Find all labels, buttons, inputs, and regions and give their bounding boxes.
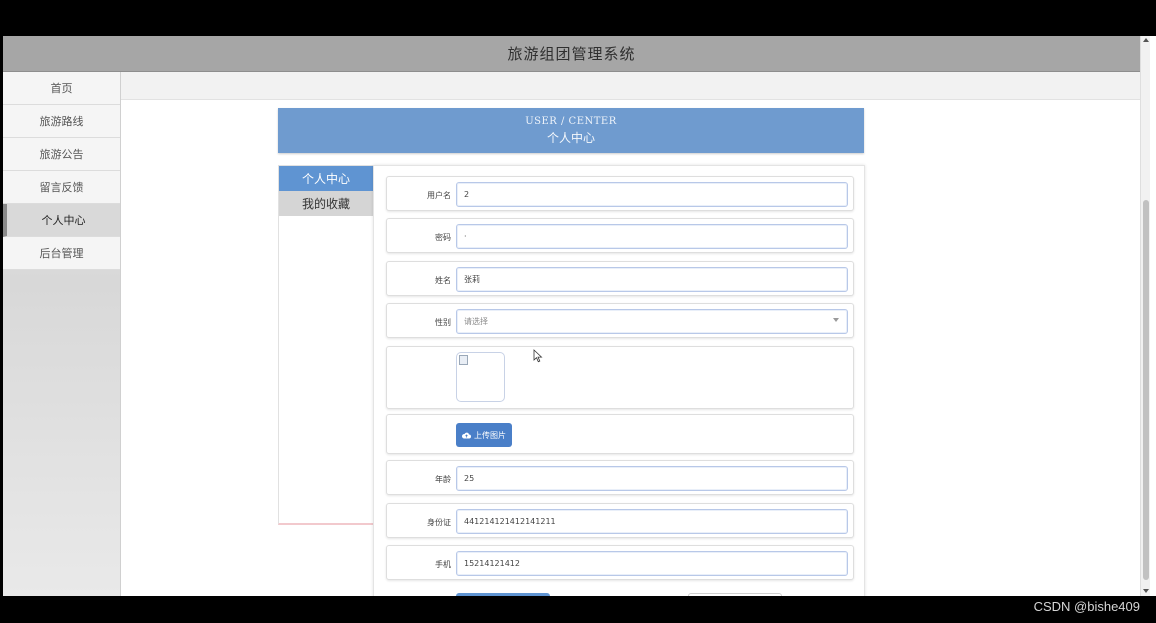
sidebar-item-label: 个人中心	[41, 214, 86, 227]
banner-title-en: USER / CENTER	[525, 115, 617, 127]
page-banner: USER / CENTER 个人中心	[278, 108, 864, 153]
form-row-username: 用户名 2	[386, 176, 854, 211]
content-topbar	[121, 72, 1140, 100]
bottom-letterbox	[0, 596, 1156, 623]
sidebar-item-announcements[interactable]: 旅游公告	[3, 138, 120, 171]
left-letterbox	[0, 36, 3, 596]
sidebar-nav: 首页 旅游路线 旅游公告 留言反馈 个人中心 后台管理	[3, 72, 121, 596]
id-card-input[interactable]: 441214121412141211	[456, 509, 848, 534]
scroll-thumb[interactable]	[1143, 200, 1149, 580]
name-input[interactable]: 张莉	[456, 267, 848, 292]
avatar-preview[interactable]	[456, 352, 505, 402]
form-row-password: 密码 ·	[386, 218, 854, 253]
password-label: 密码	[435, 233, 451, 242]
age-label: 年龄	[435, 475, 451, 484]
name-label: 姓名	[435, 276, 451, 285]
sidebar-item-label: 留言反馈	[39, 181, 84, 194]
sidebar-item-label: 首页	[50, 82, 73, 95]
form-row-id-card: 身份证 441214121412141211	[386, 503, 854, 538]
name-value: 张莉	[464, 275, 480, 284]
form-row-upload: 上传图片	[386, 414, 854, 454]
password-input[interactable]: ·	[456, 224, 848, 249]
upload-button-label: 上传图片	[474, 430, 506, 440]
form-row-age: 年龄 25	[386, 460, 854, 495]
form-row-name: 姓名 张莉	[386, 261, 854, 296]
form-row-avatar	[386, 346, 854, 409]
username-value: 2	[464, 190, 470, 199]
username-label: 用户名	[427, 191, 451, 200]
app-title: 旅游组团管理系统	[507, 45, 636, 63]
gender-placeholder: 请选择	[464, 317, 488, 326]
phone-label: 手机	[435, 560, 451, 569]
scroll-down-icon[interactable]	[1143, 589, 1149, 593]
phone-input[interactable]: 15214121412	[456, 551, 848, 576]
cloud-upload-icon	[462, 432, 471, 438]
sidebar-item-label: 后台管理	[39, 247, 84, 260]
id-card-value: 441214121412141211	[464, 517, 556, 526]
sidebar-item-home[interactable]: 首页	[3, 72, 120, 105]
main-content: USER / CENTER 个人中心 个人中心 我的收藏 用户名 2 密码 · …	[121, 72, 1140, 605]
age-value: 25	[464, 474, 475, 483]
scroll-up-icon[interactable]	[1143, 38, 1149, 42]
user-form: 用户名 2 密码 · 姓名 张莉 性别 请选择 上传图片 年龄 25 身份证 4…	[373, 165, 865, 605]
sidebar-item-user-center[interactable]: 个人中心	[3, 204, 120, 237]
id-card-label: 身份证	[427, 518, 451, 527]
tab-user-center[interactable]: 个人中心	[279, 166, 373, 191]
sidebar-item-routes[interactable]: 旅游路线	[3, 105, 120, 138]
tab-favorites[interactable]: 我的收藏	[279, 191, 373, 216]
sidebar-item-label: 旅游路线	[39, 115, 84, 128]
screen: 旅游组团管理系统 首页 旅游路线 旅游公告 留言反馈 个人中心 后台管理 USE…	[0, 0, 1156, 623]
username-input[interactable]: 2	[456, 182, 848, 207]
sidebar-item-label: 旅游公告	[39, 148, 84, 161]
broken-image-icon	[459, 355, 468, 365]
sidebar-item-feedback[interactable]: 留言反馈	[3, 171, 120, 204]
watermark: CSDN @bishe409	[1033, 599, 1140, 614]
sidebar-item-admin[interactable]: 后台管理	[3, 237, 120, 270]
mouse-cursor-icon	[533, 349, 543, 363]
banner-title-cn: 个人中心	[546, 130, 595, 145]
chevron-down-icon	[833, 318, 839, 322]
age-input[interactable]: 25	[456, 466, 848, 491]
app-header: 旅游组团管理系统	[3, 36, 1140, 72]
gender-select[interactable]: 请选择	[456, 309, 848, 334]
form-row-gender: 性别 请选择	[386, 303, 854, 338]
phone-value: 15214121412	[464, 559, 520, 568]
upload-image-button[interactable]: 上传图片	[456, 423, 512, 447]
page-scrollbar[interactable]	[1140, 36, 1150, 596]
form-row-phone: 手机 15214121412	[386, 545, 854, 580]
user-tabs: 个人中心 我的收藏	[278, 165, 374, 525]
top-letterbox	[0, 0, 1156, 36]
password-value: ·	[464, 232, 467, 241]
gender-label: 性别	[435, 318, 451, 327]
